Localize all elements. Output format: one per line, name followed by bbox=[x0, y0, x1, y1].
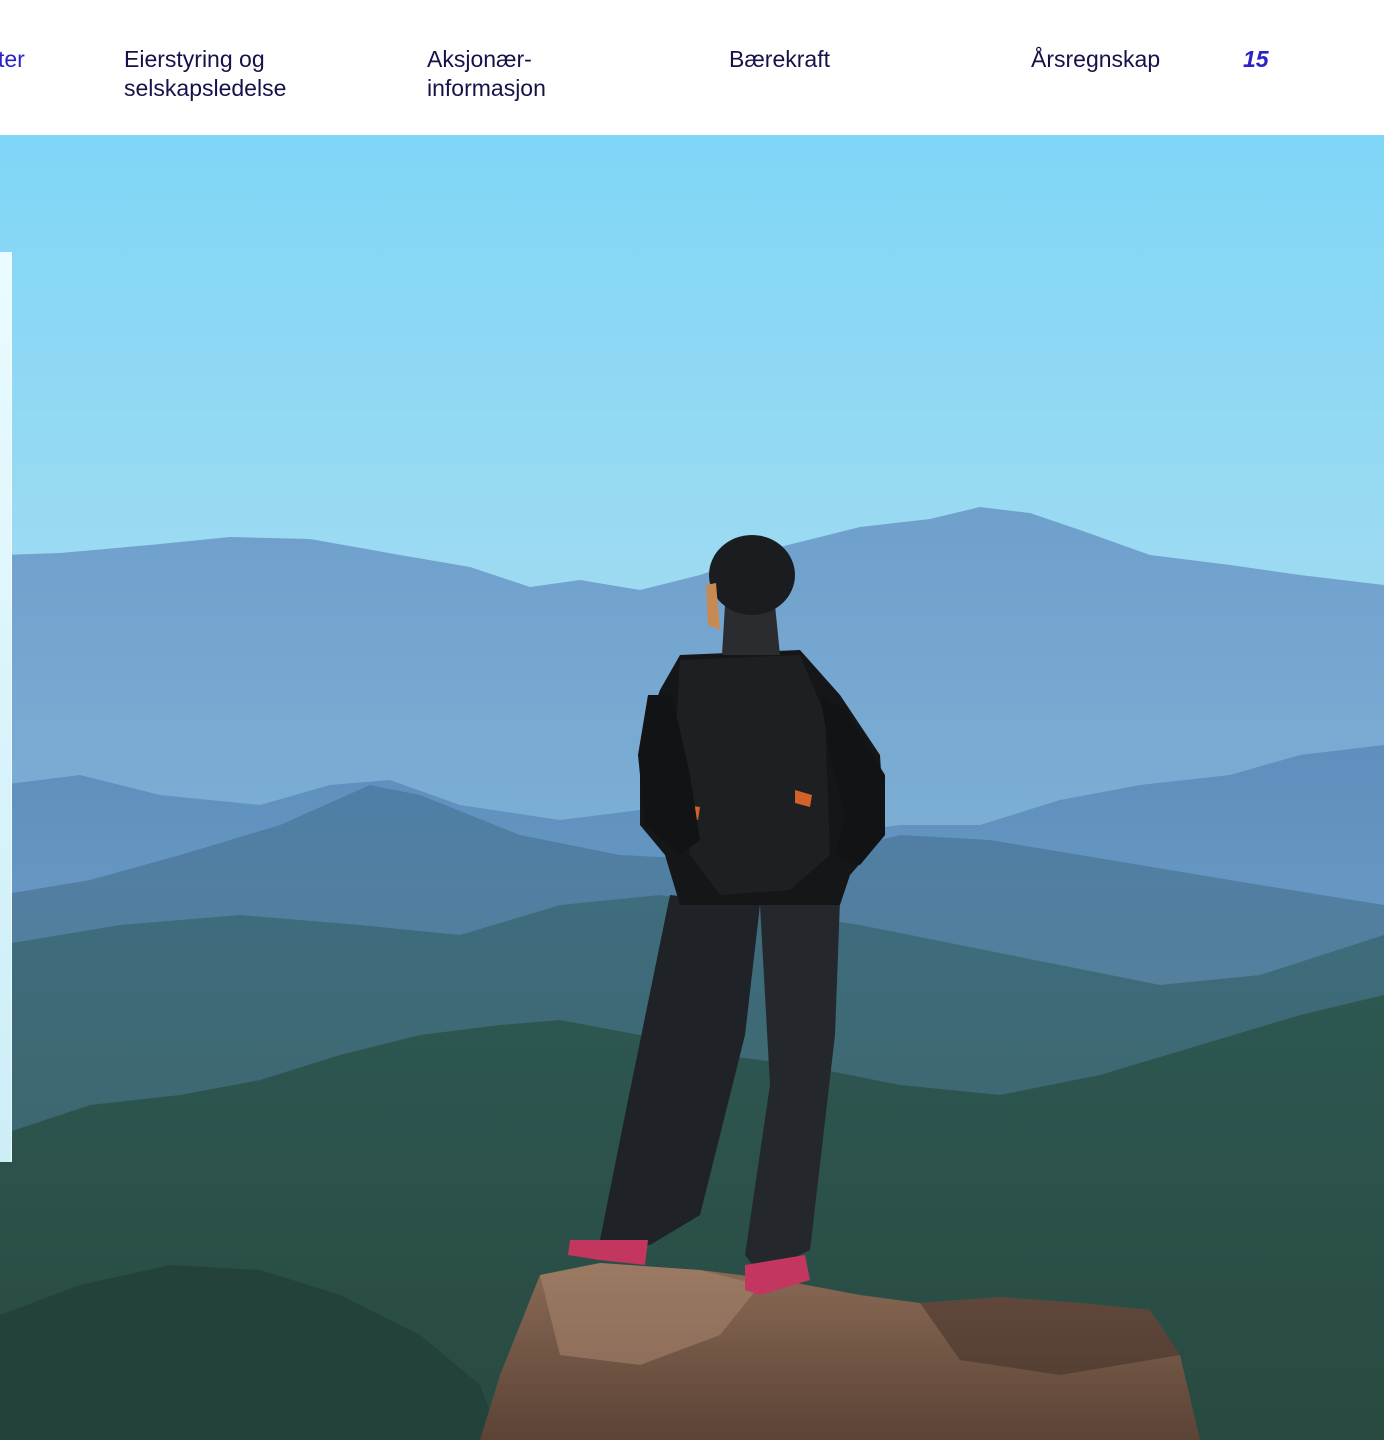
nav-item-shareholder-information[interactable]: Aksjonær- informasjon bbox=[427, 45, 546, 103]
nav-item-previous-section[interactable]: ter bbox=[0, 45, 25, 74]
hero-image bbox=[0, 135, 1384, 1440]
nav-item-label-line1: Aksjonær- bbox=[427, 46, 532, 72]
hero-illustration bbox=[0, 135, 1384, 1440]
nav-item-label-line2: informasjon bbox=[427, 75, 546, 101]
nav-item-annual-accounts[interactable]: Årsregnskap bbox=[1031, 45, 1160, 74]
page-number: 15 bbox=[1243, 46, 1269, 72]
nav-item-label-line1: Eierstyring og bbox=[124, 46, 265, 72]
top-navigation: ter Eierstyring og selskapsledelse Aksjo… bbox=[0, 0, 1384, 135]
nav-item-label: Årsregnskap bbox=[1031, 46, 1161, 72]
nav-item-sustainability[interactable]: Bærekraft bbox=[729, 45, 830, 74]
side-panel bbox=[0, 252, 12, 1162]
nav-item-label: Bærekraft bbox=[729, 46, 830, 72]
nav-item-corporate-governance[interactable]: Eierstyring og selskapsledelse bbox=[124, 45, 286, 103]
nav-item-label-line2: selskapsledelse bbox=[124, 75, 287, 101]
page: ter Eierstyring og selskapsledelse Aksjo… bbox=[0, 0, 1384, 1440]
